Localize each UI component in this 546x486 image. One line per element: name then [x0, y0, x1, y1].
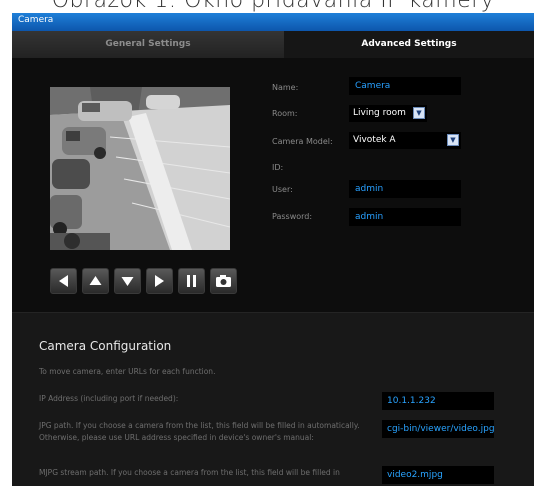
config-title: Camera Configuration: [39, 339, 172, 353]
snapshot-button[interactable]: [210, 268, 237, 294]
user-input[interactable]: admin: [349, 180, 461, 198]
up-arrow-icon: [89, 276, 102, 285]
mjpg-path-label: MJPG stream path. If you choose a camera…: [39, 468, 340, 477]
tab-advanced-settings[interactable]: Advanced Settings: [284, 31, 534, 58]
pan-left-button[interactable]: [50, 268, 77, 294]
chevron-down-icon: ▼: [447, 134, 459, 146]
left-arrow-icon: [59, 275, 68, 287]
jpg-path-input[interactable]: cgi-bin/viewer/video.jpg: [382, 420, 494, 438]
id-label: ID:: [272, 163, 284, 172]
password-label: Password:: [272, 212, 313, 221]
camera-window: General Settings Advanced Settings Name:…: [12, 31, 534, 486]
ip-address-label: IP Address (including port if needed):: [39, 394, 179, 403]
pause-icon: [187, 275, 196, 287]
tilt-down-button[interactable]: [114, 268, 141, 294]
camera-preview: [50, 87, 230, 250]
name-input[interactable]: Camera: [349, 77, 461, 95]
tilt-up-button[interactable]: [82, 268, 109, 294]
ip-address-input[interactable]: 10.1.1.232: [382, 392, 494, 410]
camera-frame-image: [50, 87, 230, 250]
pan-right-button[interactable]: [146, 268, 173, 294]
camera-model-select-value: Vivotek A: [353, 135, 396, 145]
user-label: User:: [272, 185, 293, 194]
camera-model-label: Camera Model:: [272, 137, 333, 146]
window-titlebar: Camera: [12, 13, 534, 31]
jpg-path-label: JPG path. If you choose a camera from th…: [39, 421, 360, 442]
tab-general-settings[interactable]: General Settings: [12, 31, 284, 58]
room-select[interactable]: Living room ▼: [349, 105, 427, 122]
chevron-down-icon: ▼: [413, 107, 425, 119]
pause-button[interactable]: [178, 268, 205, 294]
config-intro: To move camera, enter URLs for each func…: [39, 367, 216, 376]
room-label: Room:: [272, 109, 298, 118]
name-label: Name:: [272, 83, 299, 92]
password-input[interactable]: admin: [349, 208, 461, 226]
camera-model-select[interactable]: Vivotek A ▼: [349, 132, 461, 149]
camera-configuration-panel: Camera Configuration To move camera, ent…: [12, 313, 534, 486]
room-select-value: Living room: [353, 108, 406, 118]
camera-snapshot-icon: [216, 275, 231, 287]
window-title: Camera: [18, 15, 54, 25]
mjpg-path-input[interactable]: video2.mjpg: [382, 466, 494, 484]
right-arrow-icon: [155, 275, 164, 287]
down-arrow-icon: [121, 277, 134, 286]
